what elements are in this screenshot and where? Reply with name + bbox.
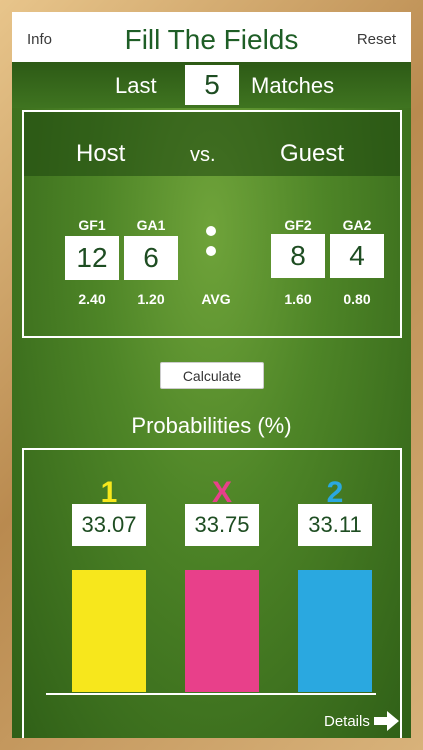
gf1-avg: 2.40: [78, 291, 106, 307]
teams-header: Host vs. Guest: [24, 112, 400, 176]
probabilities-title: Probabilities (%): [131, 413, 292, 438]
bars-baseline: [46, 693, 376, 695]
gf1-label: GF1: [78, 217, 106, 233]
ga2-input[interactable]: [330, 234, 384, 278]
outcome-draw-bar: [185, 570, 259, 692]
reset-button[interactable]: Reset: [357, 31, 396, 48]
outcome-home-bar: [72, 570, 146, 692]
outcome-home-value: 33.07: [72, 504, 146, 546]
avg-label: AVG: [201, 291, 231, 307]
ga2-avg: 0.80: [343, 291, 371, 307]
calculate-button[interactable]: Calculate: [160, 362, 264, 389]
outcome-away-value: 33.11: [298, 504, 372, 546]
goals-panel: Host vs. Guest GF1 GA1 GF2 GA2 2.40 1.20…: [22, 110, 402, 338]
guest-label: Guest: [280, 140, 345, 167]
matches-count-input[interactable]: [185, 65, 239, 105]
matches-prefix: Last: [115, 73, 157, 98]
ga1-avg: 1.20: [137, 291, 165, 307]
header-bar: Info Fill The Fields Reset: [12, 12, 411, 62]
app-screen: Info Fill The Fields Reset Last Matches …: [12, 12, 411, 738]
gf2-label: GF2: [284, 217, 312, 233]
outcome-draw-value: 33.75: [185, 504, 259, 546]
details-button[interactable]: Details: [324, 710, 400, 732]
page-title: Fill The Fields: [124, 24, 299, 55]
gf2-avg: 1.60: [284, 291, 312, 307]
matches-suffix: Matches: [251, 73, 335, 98]
host-label: Host: [76, 140, 126, 167]
gf2-input[interactable]: [271, 234, 325, 278]
colon-separator: [206, 216, 216, 256]
ga1-input[interactable]: [124, 236, 178, 280]
probabilities-panel: 1 X 2 33.07 33.75 33.11 Details: [22, 448, 402, 738]
arrow-right-icon: [373, 711, 399, 731]
details-label: Details: [324, 712, 370, 730]
ga2-label: GA2: [342, 217, 372, 233]
ga1-label: GA1: [136, 217, 166, 233]
outcome-away-bar: [298, 570, 372, 692]
matches-selector: Last Matches: [12, 62, 411, 108]
wood-frame: Info Fill The Fields Reset Last Matches …: [0, 0, 423, 750]
gf1-input[interactable]: [65, 236, 119, 280]
vs-label: vs.: [190, 144, 216, 166]
